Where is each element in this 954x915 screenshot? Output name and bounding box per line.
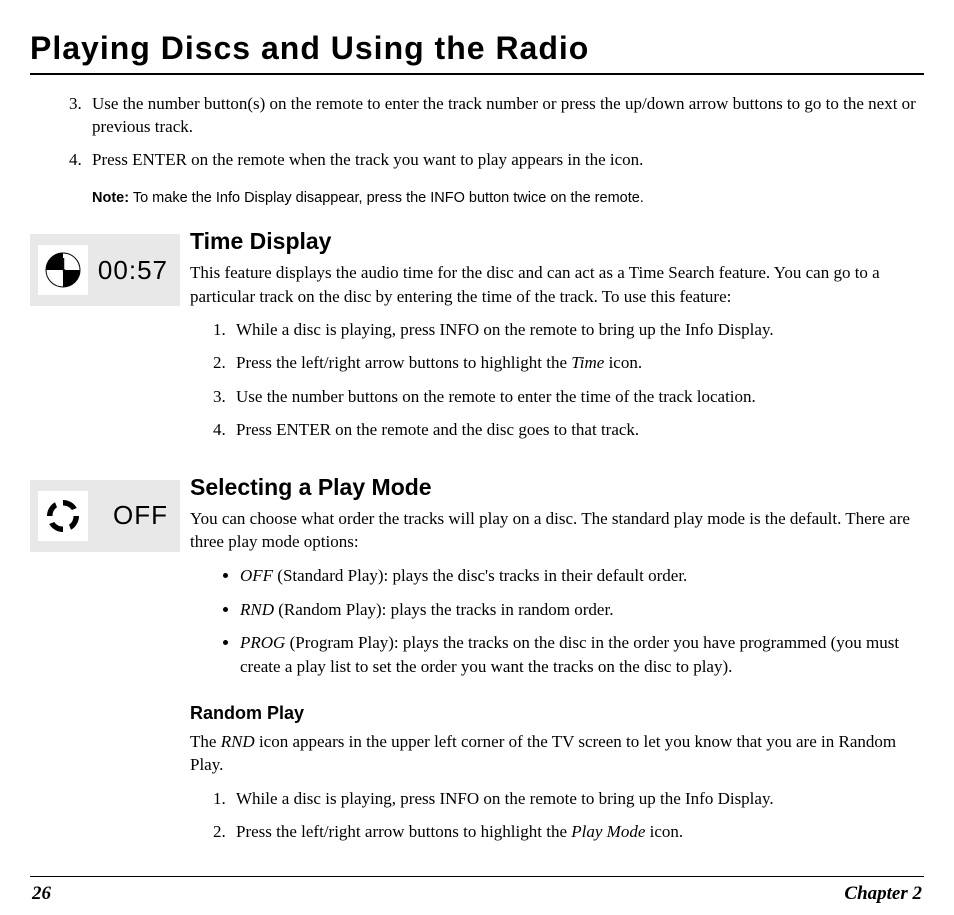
opt-rnd-text: (Random Play): plays the tracks in rando…	[274, 600, 613, 619]
chapter-label: Chapter 2	[844, 883, 922, 905]
chapter-title: Playing Discs and Using the Radio	[30, 30, 924, 67]
footer: 26 Chapter 2	[30, 883, 924, 905]
play-mode-options: OFF (Standard Play): plays the disc's tr…	[190, 564, 924, 679]
arrows-icon	[38, 491, 88, 541]
rp-step-2-prefix: Press the left/right arrow buttons to hi…	[236, 822, 571, 841]
text-column: Time Display This feature displays the a…	[190, 228, 924, 452]
time-icon-box: 00:57	[30, 234, 180, 306]
step-4: Press ENTER on the remote when the track…	[86, 149, 924, 172]
td-step-2-prefix: Press the left/right arrow buttons to hi…	[236, 353, 571, 372]
td-step-2: Press the left/right arrow buttons to hi…	[230, 351, 924, 374]
time-display-title: Time Display	[190, 228, 924, 255]
time-display-intro: This feature displays the audio time for…	[190, 261, 924, 308]
note: Note: To make the Info Display disappear…	[92, 188, 924, 208]
option-rnd: RND (Random Play): plays the tracks in r…	[240, 598, 924, 622]
playmode-icon-box: OFF	[30, 480, 180, 552]
note-text: To make the Info Display disappear, pres…	[133, 190, 644, 206]
intro-steps: Use the number button(s) on the remote t…	[30, 93, 924, 172]
rp-step-1: While a disc is playing, press INFO on t…	[230, 787, 924, 810]
opt-off-text: (Standard Play): plays the disc's tracks…	[273, 566, 687, 585]
opt-prog-text: (Program Play): plays the tracks on the …	[240, 633, 899, 676]
td-step-1: While a disc is playing, press INFO on t…	[230, 318, 924, 341]
page: Playing Discs and Using the Radio Use th…	[0, 0, 954, 915]
option-off: OFF (Standard Play): plays the disc's tr…	[240, 564, 924, 588]
section-time-display: 00:57 Time Display This feature displays…	[30, 228, 924, 452]
rule	[30, 73, 924, 75]
time-display-steps: While a disc is playing, press INFO on t…	[190, 318, 924, 442]
td-step-4: Press ENTER on the remote and the disc g…	[230, 418, 924, 441]
rp-intro-em: RND	[221, 732, 255, 751]
rp-intro-suffix: icon appears in the upper left corner of…	[190, 732, 896, 774]
td-step-2-em: Time	[571, 353, 604, 372]
rp-step-2: Press the left/right arrow buttons to hi…	[230, 820, 924, 843]
random-play-steps: While a disc is playing, press INFO on t…	[190, 787, 924, 844]
rp-intro-prefix: The	[190, 732, 221, 751]
opt-rnd-em: RND	[240, 600, 274, 619]
section-play-mode: OFF Selecting a Play Mode You can choose…	[30, 474, 924, 854]
td-step-3: Use the number buttons on the remote to …	[230, 385, 924, 408]
opt-prog-em: PROG	[240, 633, 285, 652]
clock-icon	[38, 245, 88, 295]
playmode-value: OFF	[88, 500, 172, 531]
play-mode-intro: You can choose what order the tracks wil…	[190, 507, 924, 554]
rp-step-2-em: Play Mode	[571, 822, 645, 841]
time-value: 00:57	[88, 255, 172, 286]
option-prog: PROG (Program Play): plays the tracks on…	[240, 631, 924, 679]
random-play-intro: The RND icon appears in the upper left c…	[190, 730, 924, 777]
random-play-title: Random Play	[190, 703, 924, 724]
play-mode-title: Selecting a Play Mode	[190, 474, 924, 501]
step-3: Use the number button(s) on the remote t…	[86, 93, 924, 139]
page-number: 26	[32, 883, 51, 905]
text-column: Selecting a Play Mode You can choose wha…	[190, 474, 924, 854]
icon-column: OFF	[30, 474, 190, 854]
icon-column: 00:57	[30, 228, 190, 452]
footer-rule	[30, 876, 924, 877]
td-step-2-suffix: icon.	[604, 353, 642, 372]
note-label: Note:	[92, 190, 129, 206]
opt-off-em: OFF	[240, 566, 273, 585]
rp-step-2-suffix: icon.	[645, 822, 683, 841]
